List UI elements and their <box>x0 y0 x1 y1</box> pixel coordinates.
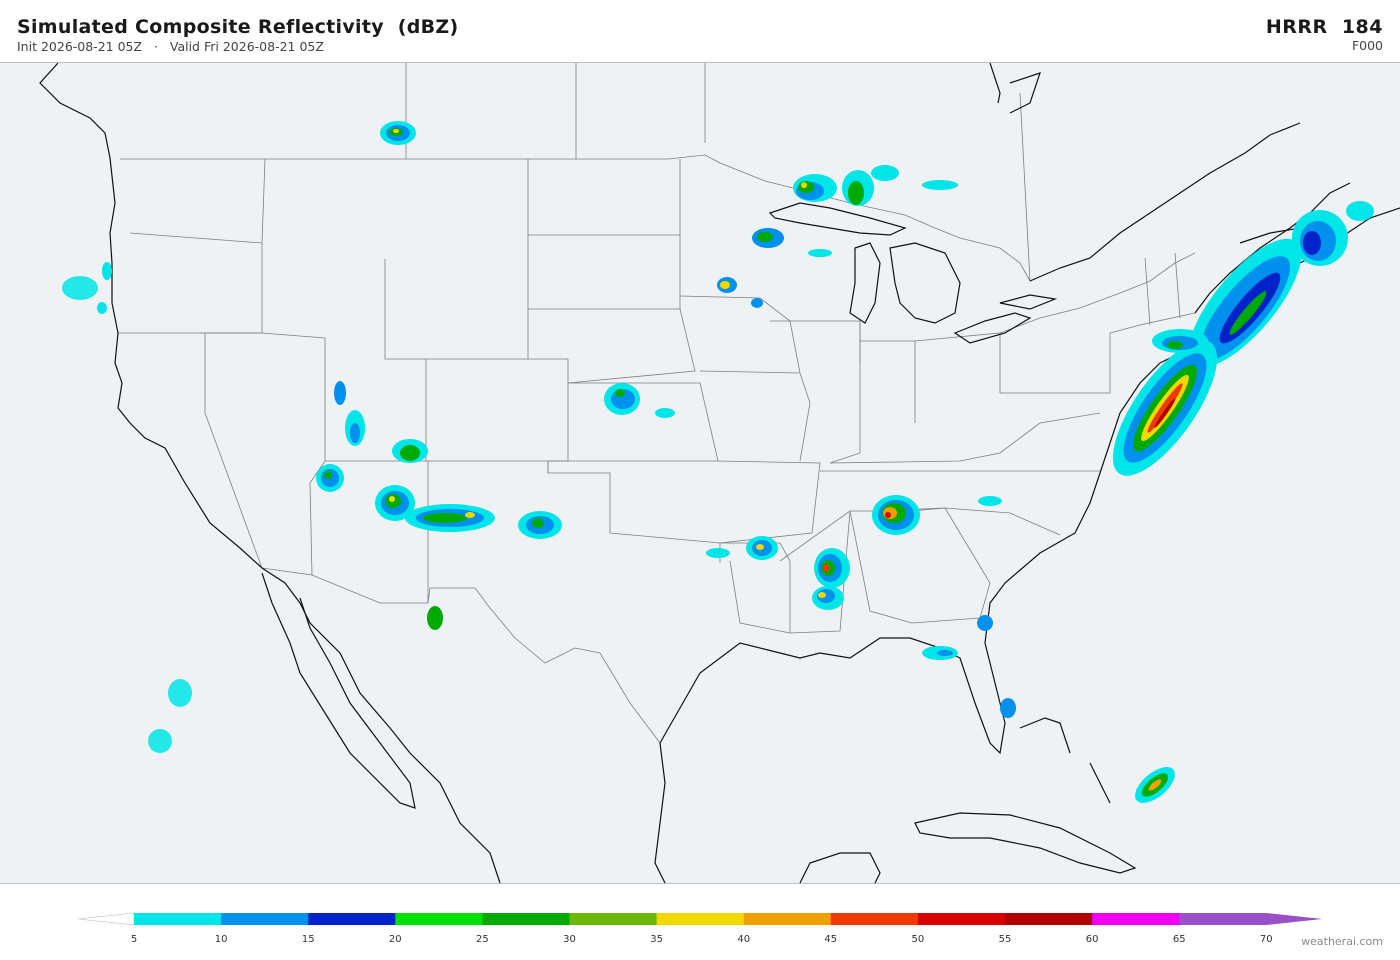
valid-time: Valid Fri 2026-08-21 05Z <box>169 39 324 54</box>
scale-label-70: 70 <box>1260 934 1273 945</box>
model-name: HRRR 184 <box>1265 16 1383 38</box>
scale-swatch-45 <box>830 913 919 925</box>
color-scale: 5 10 15 20 25 30 35 40 45 50 55 60 65 70 <box>0 900 1400 956</box>
scale-swatch-35 <box>656 913 745 925</box>
credit: weatherai.com <box>1301 935 1383 948</box>
scale-underflow <box>77 912 135 926</box>
scale-label-50: 50 <box>912 934 925 945</box>
scale-label-20: 20 <box>389 934 402 945</box>
reflectivity-echoes <box>62 121 1374 803</box>
scale-swatch-40 <box>743 913 832 925</box>
scale-label-30: 30 <box>563 934 576 945</box>
scale-label-65: 65 <box>1173 934 1186 945</box>
scale-swatch-10 <box>221 913 309 925</box>
scale-label-40: 40 <box>737 934 750 945</box>
scale-overflow <box>1266 913 1323 925</box>
scale-label-60: 60 <box>1086 934 1099 945</box>
scale-swatch-65 <box>1179 913 1267 925</box>
scale-label-55: 55 <box>999 934 1012 945</box>
scale-swatch-60 <box>1092 913 1180 925</box>
scale-label-35: 35 <box>650 934 663 945</box>
scale-swatch-50 <box>917 913 1006 925</box>
init-time: Init 2026-08-21 05Z <box>17 39 143 54</box>
color-scale-bar: 5 10 15 20 25 30 35 40 45 50 55 60 65 70 <box>77 912 1323 945</box>
scale-swatch-25 <box>482 913 570 925</box>
scale-swatch-5 <box>134 913 222 925</box>
scale-label-10: 10 <box>215 934 228 945</box>
forecast-hour: F000 <box>1351 38 1383 53</box>
coastlines <box>39 63 1400 883</box>
map-subtitle: Init 2026-08-21 05Z · Valid Fri 2026-08-… <box>17 39 324 54</box>
scale-label-45: 45 <box>824 934 837 945</box>
map-panel[interactable] <box>0 62 1400 884</box>
separator: · <box>153 39 158 54</box>
scale-label-15: 15 <box>302 934 315 945</box>
scale-label-5: 5 <box>131 934 137 945</box>
scale-swatch-15 <box>308 913 396 925</box>
header: Simulated Composite Reflectivity (dBZ) I… <box>0 0 1400 62</box>
scale-swatch-55 <box>1005 913 1093 925</box>
map-title: Simulated Composite Reflectivity (dBZ) <box>17 16 459 38</box>
scale-swatch-30 <box>569 913 658 925</box>
political-borders <box>118 63 1196 744</box>
reflectivity-map[interactable] <box>0 63 1400 883</box>
scale-label-25: 25 <box>476 934 489 945</box>
scale-swatch-20 <box>395 913 483 925</box>
